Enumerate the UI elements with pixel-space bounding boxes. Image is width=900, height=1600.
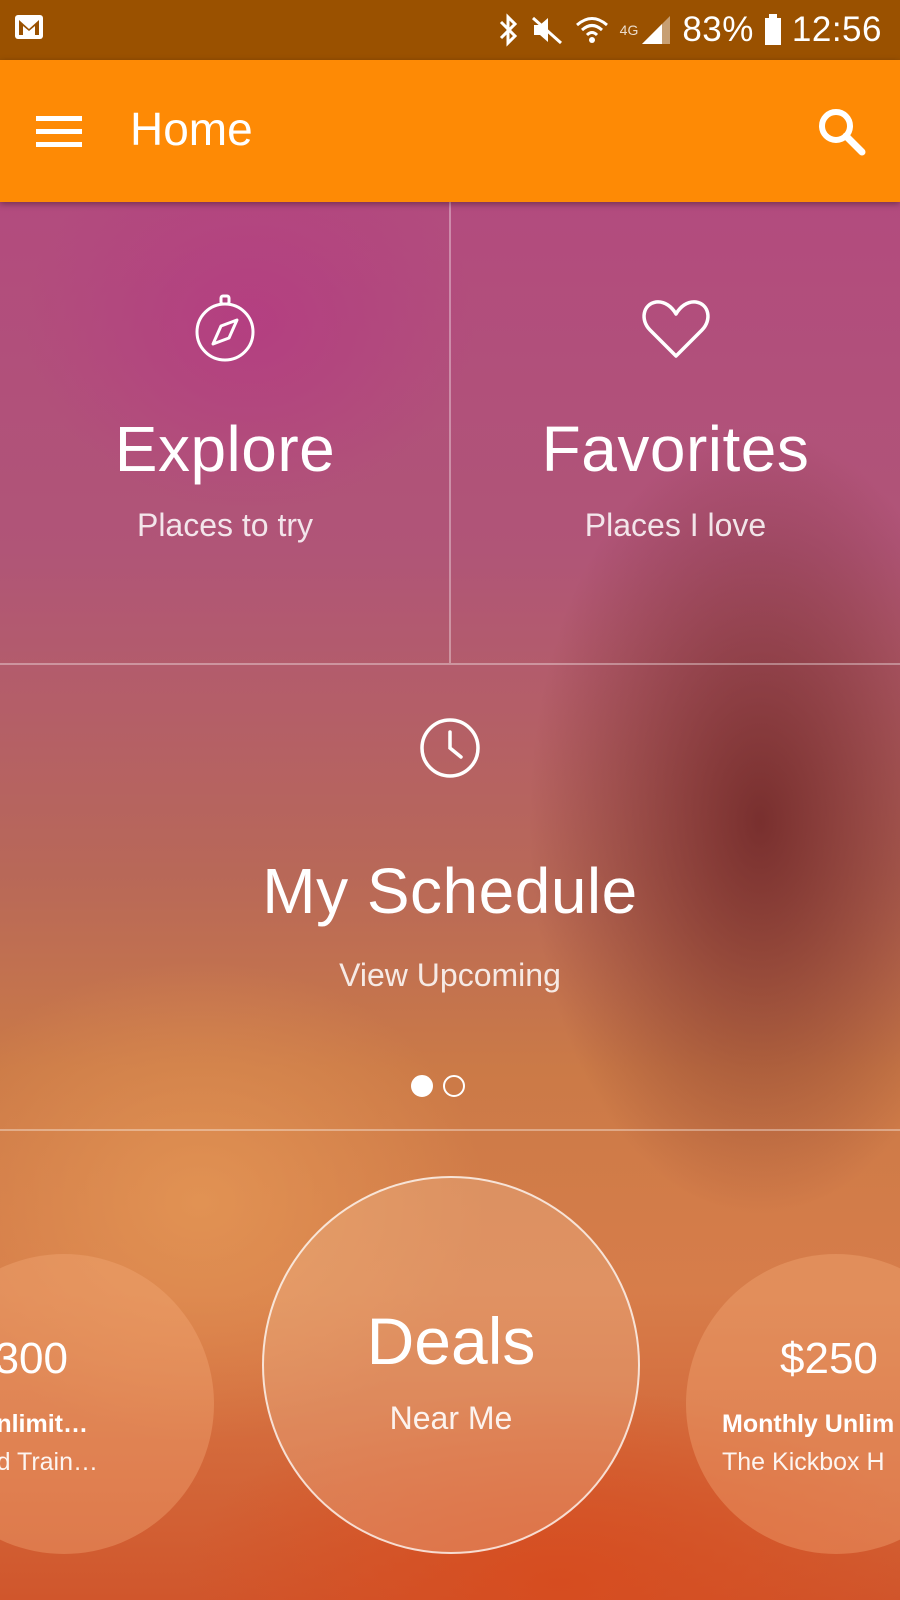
- gmail-icon: [14, 14, 44, 40]
- clock-time: 12:56: [791, 10, 882, 49]
- wifi-icon: [574, 13, 610, 47]
- section-divider: [0, 1129, 900, 1131]
- pager-dot-1[interactable]: [411, 1075, 433, 1097]
- home-content: Explore Places to try Favorites Places I…: [0, 202, 900, 1600]
- deal-name: Monthly Unlim: [722, 1410, 895, 1438]
- favorites-tile[interactable]: Favorites Places I love: [451, 202, 900, 663]
- deals-subtitle: Near Me: [389, 1400, 513, 1436]
- page-title: Home: [130, 103, 253, 155]
- deal-price: $300: [0, 1334, 68, 1383]
- search-icon[interactable]: [816, 106, 868, 158]
- schedule-subtitle: View Upcoming: [339, 957, 561, 993]
- explore-tile[interactable]: Explore Places to try: [0, 202, 450, 663]
- clock-icon: [418, 716, 482, 785]
- heart-icon: [641, 298, 711, 365]
- battery-icon: [764, 14, 782, 46]
- favorites-title: Favorites: [541, 413, 810, 485]
- deal-name: onth Unlimit…: [0, 1410, 88, 1438]
- bluetooth-icon: [498, 13, 520, 47]
- signal-icon: 4G: [620, 14, 673, 46]
- hamburger-menu-icon[interactable]: [36, 112, 84, 152]
- status-bar: 4G 83% 12:56: [0, 0, 900, 60]
- pager-dot-2[interactable]: [443, 1075, 465, 1097]
- explore-title: Explore: [114, 413, 336, 485]
- app-bar: Home: [0, 60, 900, 202]
- deal-card-left[interactable]: $300 onth Unlimit… Hybrid Train…: [0, 1254, 214, 1554]
- schedule-title: My Schedule: [262, 855, 638, 927]
- favorites-subtitle: Places I love: [584, 507, 767, 543]
- deal-card-right[interactable]: $250 Monthly Unlim The Kickbox H: [686, 1254, 900, 1554]
- network-type-label: 4G: [619, 22, 639, 38]
- compass-icon: [193, 292, 257, 369]
- deals-near-me-button[interactable]: Deals Near Me: [262, 1176, 640, 1554]
- battery-percent: 83%: [682, 10, 754, 49]
- deals-title: Deals: [366, 1304, 536, 1378]
- pager-dots: [411, 1075, 465, 1097]
- deal-price: $250: [780, 1334, 878, 1383]
- mute-icon: [530, 13, 564, 47]
- schedule-tile[interactable]: My Schedule View Upcoming: [0, 664, 900, 1129]
- deal-place: Hybrid Train…: [0, 1448, 98, 1476]
- explore-subtitle: Places to try: [136, 507, 314, 543]
- deal-place: The Kickbox H: [722, 1448, 885, 1476]
